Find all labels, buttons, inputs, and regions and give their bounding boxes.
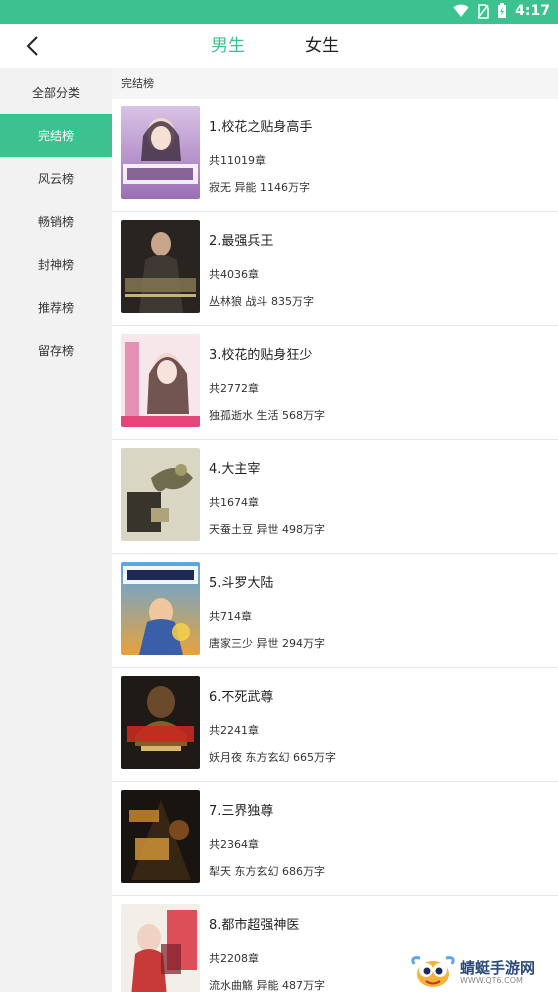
book-chapters: 共2364章 [209, 838, 259, 851]
sidebar-item-retention[interactable]: 留存榜 [0, 329, 112, 372]
book-chapters: 共714章 [209, 610, 252, 623]
sidebar-item-completed[interactable]: 完结榜 [0, 114, 112, 157]
watermark: 蜻蜓手游网 WWW.QT6.COM [410, 952, 558, 992]
sidebar-item-all-categories[interactable]: 全部分类 [0, 71, 112, 114]
book-list: 完结榜 1.校花之贴身高手 共11019章 寂无 异能 1146万字 2.最强兵… [112, 68, 558, 992]
back-button[interactable] [18, 32, 46, 60]
top-bar: 男生 女生 [0, 24, 558, 68]
sidebar-item-trending[interactable]: 风云榜 [0, 157, 112, 200]
book-title: 2.最强兵王 [209, 234, 274, 249]
book-item[interactable]: 1.校花之贴身高手 共11019章 寂无 异能 1146万字 [112, 98, 558, 212]
book-cover [121, 220, 200, 313]
watermark-text-block: 蜻蜓手游网 WWW.QT6.COM [460, 960, 535, 985]
book-title: 5.斗罗大陆 [209, 576, 274, 591]
book-chapters: 共2208章 [209, 952, 259, 965]
section-title: 完结榜 [112, 68, 558, 99]
book-meta: 唐家三少 异世 294万字 [209, 637, 325, 650]
book-item[interactable]: 2.最强兵王 共4036章 丛林狼 战斗 835万字 [112, 212, 558, 326]
watermark-url: WWW.QT6.COM [460, 975, 523, 985]
sidebar-item-bestseller[interactable]: 畅销榜 [0, 200, 112, 243]
book-cover [121, 448, 200, 541]
book-chapters: 共11019章 [209, 154, 266, 167]
dragonfly-logo-icon [411, 956, 455, 987]
chevron-left-icon [26, 36, 38, 56]
battery-charging-icon [498, 3, 507, 18]
book-chapters: 共2772章 [209, 382, 259, 395]
book-cover [121, 562, 200, 655]
book-meta: 天蚕土豆 异世 498万字 [209, 523, 325, 536]
status-time: 4:17 [515, 3, 550, 19]
no-sim-icon [477, 3, 489, 19]
book-meta: 独孤逝水 生活 568万字 [209, 409, 325, 422]
book-meta: 丛林狼 战斗 835万字 [209, 295, 314, 308]
wifi-icon [453, 4, 469, 17]
book-cover [121, 904, 200, 992]
book-item[interactable]: 3.校花的贴身狂少 共2772章 独孤逝水 生活 568万字 [112, 326, 558, 440]
book-item[interactable]: 7.三界独尊 共2364章 犁天 东方玄幻 686万字 [112, 782, 558, 896]
book-meta: 流水曲觞 异能 487万字 [209, 979, 325, 992]
book-meta: 妖月夜 东方玄幻 665万字 [209, 751, 336, 764]
book-title: 6.不死武尊 [209, 690, 274, 705]
book-item[interactable]: 6.不死武尊 共2241章 妖月夜 东方玄幻 665万字 [112, 668, 558, 782]
book-chapters: 共4036章 [209, 268, 259, 281]
book-cover [121, 676, 200, 769]
book-title: 8.都市超强神医 [209, 918, 300, 933]
watermark-text: 蜻蜓手游网 [460, 958, 536, 977]
status-icons: 4:17 [453, 3, 550, 19]
book-item[interactable]: 5.斗罗大陆 共714章 唐家三少 异世 294万字 [112, 554, 558, 668]
book-title: 3.校花的贴身狂少 [209, 348, 313, 363]
book-chapters: 共2241章 [209, 724, 259, 737]
sidebar-item-recommended[interactable]: 推荐榜 [0, 286, 112, 329]
book-title: 4.大主宰 [209, 462, 261, 477]
book-cover [121, 790, 200, 883]
book-cover [121, 334, 200, 427]
book-meta: 犁天 东方玄幻 686万字 [209, 865, 325, 878]
book-chapters: 共1674章 [209, 496, 259, 509]
tab-male[interactable]: 男生 [211, 36, 245, 56]
tab-female[interactable]: 女生 [305, 36, 339, 56]
book-cover [121, 106, 200, 199]
sidebar-item-hall-of-fame[interactable]: 封神榜 [0, 243, 112, 286]
book-item[interactable]: 4.大主宰 共1674章 天蚕土豆 异世 498万字 [112, 440, 558, 554]
book-title: 7.三界独尊 [209, 804, 274, 819]
book-meta: 寂无 异能 1146万字 [209, 181, 310, 194]
status-bar: 4:17 [0, 0, 558, 24]
sidebar: 全部分类 完结榜 风云榜 畅销榜 封神榜 推荐榜 留存榜 [0, 68, 112, 992]
book-title: 1.校花之贴身高手 [209, 120, 313, 135]
